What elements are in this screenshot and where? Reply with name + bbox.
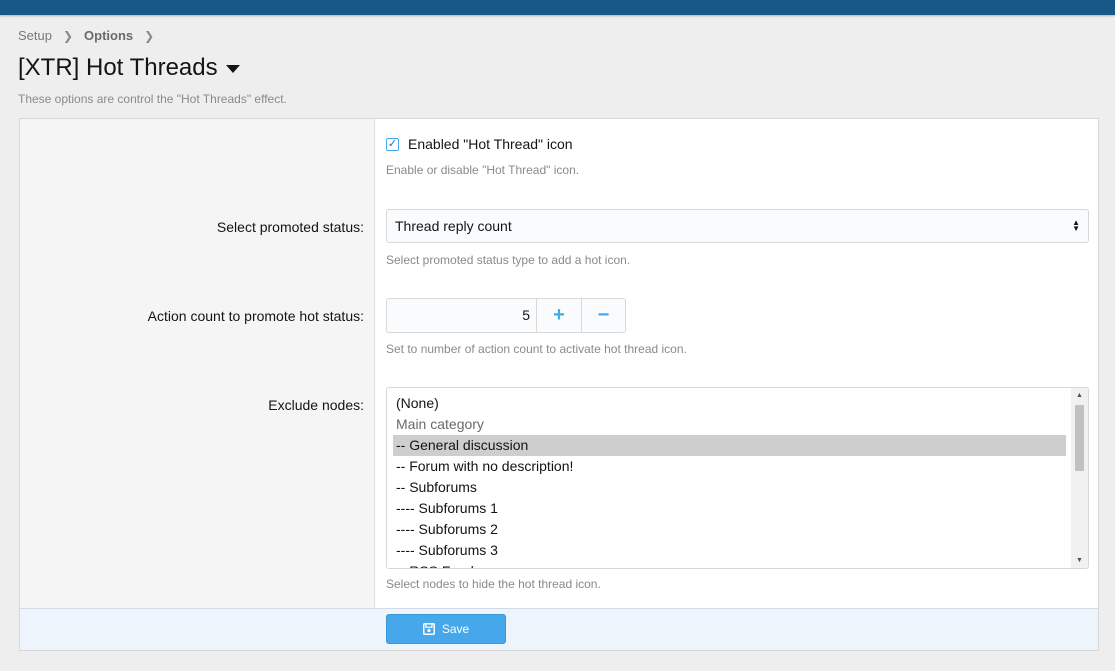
list-item[interactable]: -- RSS Feeds — [393, 561, 1066, 568]
page-title[interactable]: [XTR] Hot Threads — [18, 54, 240, 82]
promoted-status-value: Thread reply count — [395, 218, 512, 234]
breadcrumb: Setup ❯ Options ❯ — [18, 28, 165, 43]
exclude-nodes-hint: Select nodes to hide the hot thread icon… — [386, 577, 601, 591]
scroll-down-icon[interactable]: ▼ — [1071, 553, 1088, 568]
action-count-stepper: 5 + − — [386, 298, 626, 333]
list-item[interactable]: ---- Subforums 3 — [393, 540, 1066, 561]
save-button-label: Save — [441, 622, 470, 636]
action-count-input[interactable]: 5 — [387, 299, 537, 332]
scrollbar-thumb[interactable] — [1075, 405, 1084, 471]
list-item: Main category — [396, 416, 484, 432]
form-footer — [20, 608, 1098, 650]
label-column — [20, 119, 375, 608]
enabled-hint: Enable or disable "Hot Thread" icon. — [386, 163, 580, 177]
list-item[interactable]: ---- Subforums 2 — [393, 519, 1066, 540]
enabled-checkbox-label[interactable]: Enabled "Hot Thread" icon — [408, 136, 573, 152]
promoted-status-hint: Select promoted status type to add a hot… — [386, 253, 631, 267]
increment-button[interactable]: + — [537, 299, 581, 332]
list-item[interactable]: (None) — [393, 393, 1066, 414]
page-title-text: [XTR] Hot Threads — [18, 54, 218, 81]
exclude-nodes-label: Exclude nodes: — [268, 397, 364, 413]
promoted-status-select[interactable]: Thread reply count ▲ ▼ — [386, 209, 1089, 243]
check-icon: ✓ — [387, 137, 398, 150]
minus-icon: − — [597, 304, 610, 326]
list-item[interactable]: -- Forum with no description! — [393, 456, 1066, 477]
enabled-checkbox[interactable]: ✓ — [386, 137, 399, 151]
exclude-nodes-listbox[interactable]: (None) Main category -- General discussi… — [386, 387, 1089, 569]
plus-icon: + — [553, 304, 565, 326]
save-icon — [422, 623, 435, 635]
top-navigation-bar — [0, 0, 1115, 15]
options-form: ✓ Enabled "Hot Thread" icon Enable or di… — [19, 118, 1099, 651]
scroll-up-icon[interactable]: ▲ — [1071, 388, 1088, 403]
chevron-right-icon: ❯ — [62, 28, 74, 43]
list-item[interactable]: -- Subforums — [393, 477, 1066, 498]
caret-down-icon[interactable] — [225, 65, 240, 73]
list-item[interactable]: ---- Subforums 1 — [393, 498, 1066, 519]
listbox-scrollbar[interactable]: ▲ ▼ — [1071, 388, 1088, 568]
enabled-hot-thread-option[interactable]: ✓ Enabled "Hot Thread" icon — [386, 136, 573, 152]
breadcrumb-setup[interactable]: Setup — [18, 28, 52, 43]
breadcrumb-options[interactable]: Options — [84, 28, 133, 43]
chevron-right-icon: ❯ — [144, 28, 155, 43]
decrement-button[interactable]: − — [581, 299, 625, 332]
page-description: These options are control the "Hot Threa… — [18, 92, 287, 106]
action-count-label: Action count to promote hot status: — [147, 308, 364, 324]
select-arrows-icon: ▲ ▼ — [1072, 218, 1080, 233]
list-item[interactable]: -- General discussion — [393, 435, 1066, 456]
action-count-hint: Set to number of action count to activat… — [386, 342, 687, 356]
promoted-status-label: Select promoted status: — [216, 219, 364, 235]
save-button[interactable]: Save — [386, 614, 506, 644]
